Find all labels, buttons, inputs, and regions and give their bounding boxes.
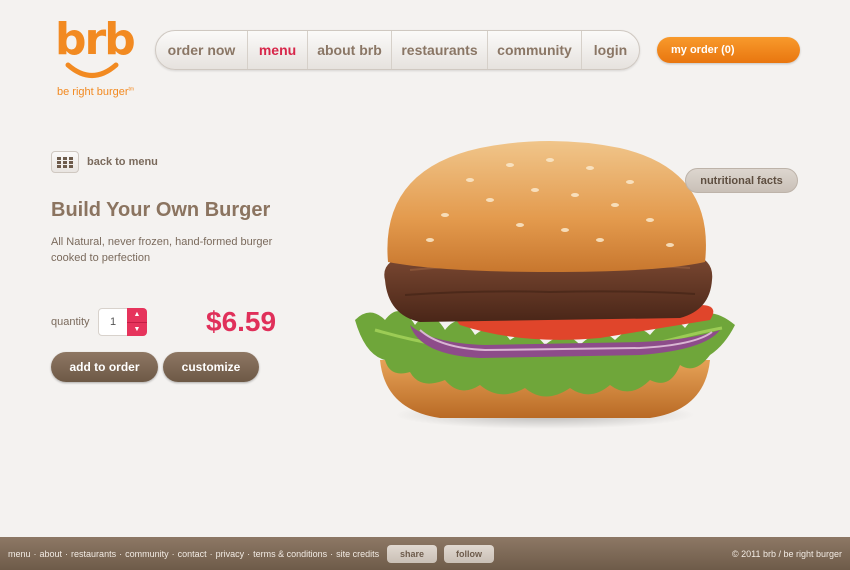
footer-link-contact[interactable]: contact <box>178 549 207 559</box>
tagline-text: be right burger <box>57 86 129 98</box>
nav-item-about-brb[interactable]: about brb <box>308 31 392 69</box>
footer-link-menu[interactable]: menu <box>8 549 31 559</box>
back-to-menu-link[interactable]: back to menu <box>51 151 158 173</box>
add-to-order-button[interactable]: add to order <box>51 352 158 382</box>
grid-icon <box>51 151 79 173</box>
share-button[interactable]: share <box>387 545 437 563</box>
back-to-menu-label: back to menu <box>87 156 158 168</box>
product-description: All Natural, never frozen, hand-formed b… <box>51 236 273 264</box>
nutritional-facts-button[interactable]: nutritional facts <box>685 168 798 193</box>
logo-tagline: be right burgertm <box>57 86 134 98</box>
main-nav: order now menu about brb restaurants com… <box>155 30 640 70</box>
footer-link-restaurants[interactable]: restaurants <box>71 549 116 559</box>
smile-icon <box>65 62 119 78</box>
my-order-button[interactable]: my order (0) <box>657 37 800 63</box>
quantity-increase-icon[interactable]: ▲ <box>127 308 147 323</box>
nav-item-menu[interactable]: menu <box>248 31 308 69</box>
quantity-input[interactable]: 1 <box>98 308 128 336</box>
follow-button[interactable]: follow <box>444 545 494 563</box>
quantity-stepper: ▲ ▼ <box>127 308 147 336</box>
brand-logo[interactable]: brb be right burgertm <box>55 14 145 100</box>
footer-link-terms[interactable]: terms & conditions <box>253 549 327 559</box>
footer-link-about[interactable]: about <box>40 549 63 559</box>
logo-wordmark: brb <box>55 14 136 65</box>
nav-item-login[interactable]: login <box>582 31 639 69</box>
tagline-mark: tm <box>128 86 135 93</box>
product-price: $6.59 <box>206 306 277 337</box>
customize-button[interactable]: customize <box>163 352 259 382</box>
nav-item-restaurants[interactable]: restaurants <box>392 31 488 69</box>
footer-link-site-credits[interactable]: site credits <box>336 549 379 559</box>
copyright-text: © 2011 brb / be right burger <box>731 548 842 559</box>
quantity-label: quantity <box>51 316 90 328</box>
footer-link-community[interactable]: community <box>125 549 169 559</box>
nav-item-community[interactable]: community <box>488 31 582 69</box>
footer-links: menu · about · restaurants · community · con… <box>8 548 380 559</box>
product-title: Build Your Own Burger <box>51 199 271 221</box>
footer-link-privacy[interactable]: privacy <box>216 549 245 559</box>
quantity-decrease-icon[interactable]: ▼ <box>127 323 147 337</box>
footer: menu · about · restaurants · community · con… <box>0 537 850 570</box>
nav-item-order-now[interactable]: order now <box>156 31 248 69</box>
